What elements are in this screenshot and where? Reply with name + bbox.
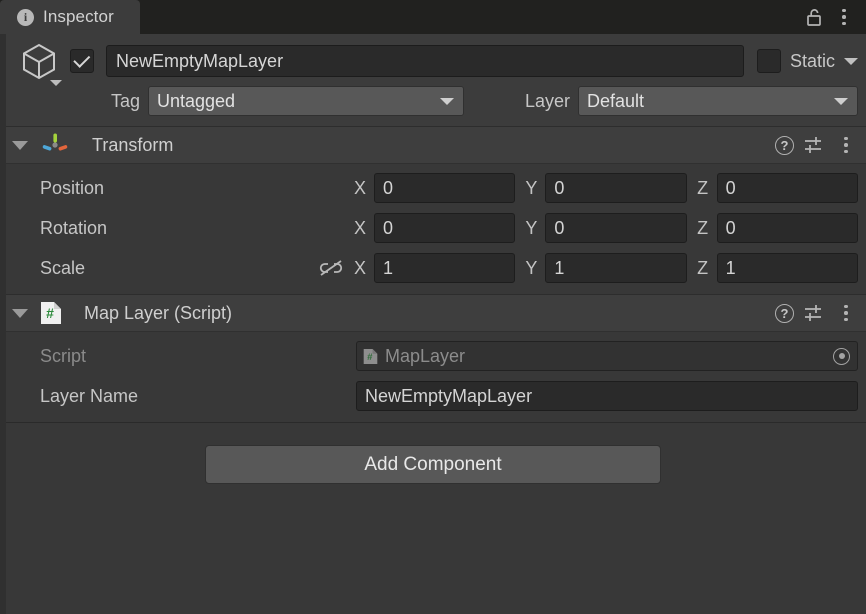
position-y: Y 0: [525, 173, 687, 203]
scale-constrain-slot[interactable]: [308, 258, 354, 278]
position-row: Position X 0 Y 0 Z 0: [8, 172, 858, 204]
map-layer-header-actions: ?: [775, 299, 858, 327]
tab-bar: i Inspector: [0, 0, 866, 34]
axis-x-label: X: [354, 257, 367, 278]
cs-script-icon: #: [41, 302, 61, 324]
scale-x: X 1: [354, 253, 516, 283]
transform-body: Position X 0 Y 0 Z 0 Rotation X 0 Y 0 Z …: [0, 164, 866, 294]
kebab-menu-icon: [844, 136, 848, 154]
axis-x-label: X: [354, 177, 367, 198]
left-edge-rail: [0, 34, 6, 614]
tab-bar-actions: [800, 0, 866, 34]
lock-toggle-button[interactable]: [800, 3, 828, 31]
info-icon: i: [17, 8, 34, 26]
rotation-y-input[interactable]: 0: [545, 213, 687, 243]
scale-z-input[interactable]: 1: [716, 253, 858, 283]
help-icon[interactable]: ?: [775, 135, 794, 155]
rotation-row: Rotation X 0 Y 0 Z 0: [8, 212, 858, 244]
add-component-area: Add Component: [0, 422, 866, 484]
inspector-window: i Inspector NewEmptyMapLayer Static Tag …: [0, 0, 866, 614]
scale-y-input[interactable]: 1: [545, 253, 687, 283]
rotation-z-input[interactable]: 0: [716, 213, 858, 243]
transform-foldout-arrow[interactable]: [12, 140, 28, 150]
static-dropdown-caret[interactable]: [844, 57, 858, 65]
transform-header-actions: ?: [775, 131, 858, 159]
position-z-input[interactable]: 0: [716, 173, 858, 203]
scale-row: Scale X 1 Y 1 Z 1: [8, 252, 858, 284]
static-group: Static: [756, 49, 858, 73]
tab-inspector-label: Inspector: [43, 7, 114, 26]
position-label: Position: [40, 177, 105, 198]
preset-sliders-icon[interactable]: [803, 303, 827, 323]
static-checkbox[interactable]: [756, 49, 781, 73]
preset-sliders-icon[interactable]: [803, 135, 827, 155]
tag-dropdown[interactable]: Untagged: [148, 86, 464, 116]
rotation-x-input[interactable]: 0: [374, 213, 516, 243]
gameobject-icon-dropdown-caret[interactable]: [50, 80, 62, 86]
scale-x-input[interactable]: 1: [374, 253, 516, 283]
map-layer-foldout-arrow[interactable]: [12, 308, 28, 318]
position-z: Z 0: [697, 173, 858, 203]
tab-inspector[interactable]: i Inspector: [0, 0, 140, 34]
chevron-down-icon: [834, 98, 848, 105]
transform-gizmo-icon: [42, 133, 68, 151]
scale-label: Scale: [40, 257, 86, 278]
gameobject-header: NewEmptyMapLayer Static Tag Untagged Lay…: [0, 34, 866, 126]
layer-name-row: Layer Name NewEmptyMapLayer: [8, 380, 858, 412]
tag-value: Untagged: [157, 90, 236, 111]
tag-layer-row: Tag Untagged Layer Default: [8, 85, 858, 117]
transform-menu-button[interactable]: [836, 131, 856, 159]
help-icon[interactable]: ?: [775, 303, 794, 323]
map-layer-body: Script # MapLayer Layer Name NewEmptyMap…: [0, 332, 866, 422]
unlocked-padlock-icon: [806, 8, 821, 26]
transform-component-header[interactable]: Transform ?: [0, 126, 866, 164]
scale-z: Z 1: [697, 253, 858, 283]
gameobject-name-row: NewEmptyMapLayer Static: [8, 39, 858, 86]
axis-y-label: Y: [525, 257, 538, 278]
position-x: X 0: [354, 173, 516, 203]
axis-y-label: Y: [525, 217, 538, 238]
axis-y-label: Y: [525, 177, 538, 198]
kebab-menu-icon: [842, 8, 846, 26]
scale-y: Y 1: [525, 253, 687, 283]
rotation-x: X 0: [354, 213, 516, 243]
layer-dropdown[interactable]: Default: [578, 86, 858, 116]
gameobject-icon-button[interactable]: [8, 39, 70, 86]
gameobject-name-input[interactable]: NewEmptyMapLayer: [106, 45, 744, 77]
map-layer-component-header[interactable]: # Map Layer (Script) ?: [0, 294, 866, 332]
transform-title: Transform: [92, 134, 174, 155]
script-label: Script: [40, 345, 87, 366]
position-x-input[interactable]: 0: [374, 173, 516, 203]
cube-icon: [23, 43, 55, 80]
layer-label: Layer: [524, 90, 570, 111]
axis-z-label: Z: [697, 257, 709, 278]
rotation-label: Rotation: [40, 217, 108, 238]
cs-script-icon: #: [363, 348, 378, 364]
tag-label: Tag: [110, 90, 140, 111]
rotation-z: Z 0: [697, 213, 858, 243]
kebab-menu-icon: [844, 304, 848, 322]
script-object-field[interactable]: # MapLayer: [356, 341, 858, 371]
axis-z-label: Z: [697, 177, 709, 198]
window-menu-button[interactable]: [830, 3, 858, 31]
layer-value: Default: [587, 90, 645, 111]
svg-text:#: #: [46, 305, 54, 321]
map-layer-menu-button[interactable]: [836, 299, 856, 327]
gameobject-enabled-checkbox[interactable]: [70, 49, 94, 73]
svg-text:#: #: [367, 351, 373, 362]
axis-x-label: X: [354, 217, 367, 238]
layer-name-label: Layer Name: [40, 385, 139, 406]
script-value: MapLayer: [385, 345, 466, 366]
chevron-down-icon: [440, 98, 454, 105]
script-row: Script # MapLayer: [8, 340, 858, 372]
rotation-y: Y 0: [525, 213, 687, 243]
constrain-proportions-off-icon: [319, 260, 343, 276]
object-picker-icon[interactable]: [833, 347, 850, 365]
position-y-input[interactable]: 0: [545, 173, 687, 203]
layer-name-input[interactable]: NewEmptyMapLayer: [356, 381, 858, 411]
add-component-button[interactable]: Add Component: [205, 445, 661, 484]
axis-z-label: Z: [697, 217, 709, 238]
static-label: Static: [789, 50, 835, 71]
map-layer-title: Map Layer (Script): [84, 302, 233, 323]
